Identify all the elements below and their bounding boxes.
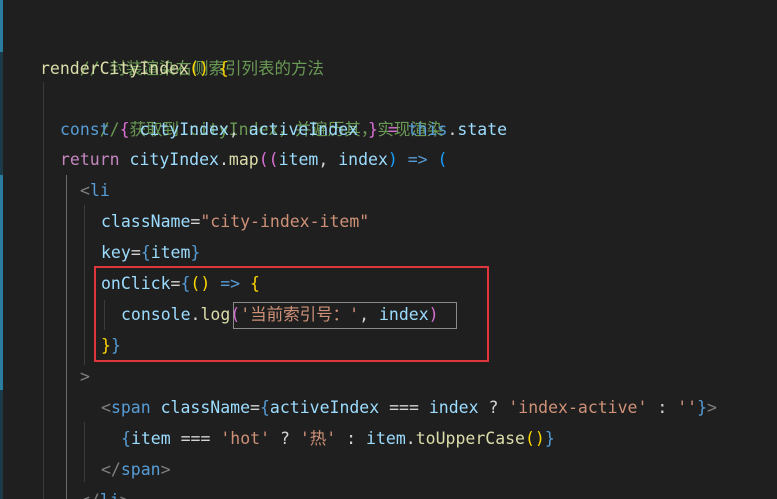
operator: === bbox=[170, 429, 221, 448]
parameter: index bbox=[338, 150, 388, 169]
variable: cityIndex bbox=[139, 120, 229, 139]
brace: { bbox=[140, 243, 151, 262]
jsx-attribute: key bbox=[101, 243, 131, 262]
tag-bracket: </ bbox=[80, 491, 100, 499]
tag-bracket: </ bbox=[101, 460, 121, 479]
string-literal: "city-index-item" bbox=[200, 212, 370, 231]
jsx-attribute: className bbox=[101, 212, 191, 231]
operator: === bbox=[379, 398, 429, 417]
keyword: const bbox=[60, 120, 110, 139]
keyword: return bbox=[60, 150, 120, 169]
code-line[interactable]: const { cityIndex, activeIndex } = this.… bbox=[0, 114, 507, 145]
brace: } bbox=[697, 398, 708, 417]
parens: (( bbox=[258, 150, 279, 169]
highlight-annotation-box bbox=[94, 266, 489, 362]
code-line[interactable]: renderCityIndex() { bbox=[0, 53, 229, 84]
operator: : bbox=[647, 398, 678, 417]
string-literal: 'hot' bbox=[220, 429, 271, 448]
brace: } bbox=[190, 243, 201, 262]
brace: { bbox=[208, 59, 229, 78]
brace: } = bbox=[358, 120, 408, 139]
punctuation: = bbox=[130, 243, 141, 262]
punctuation: , bbox=[228, 120, 249, 139]
variable: item bbox=[150, 243, 191, 262]
tag-name: li bbox=[100, 491, 120, 499]
parens: () bbox=[525, 429, 545, 448]
punctuation: . bbox=[447, 120, 458, 139]
parens: ) bbox=[387, 150, 408, 169]
tag-bracket: < bbox=[80, 181, 90, 200]
variable: index bbox=[428, 398, 479, 417]
jsx-attribute: className bbox=[160, 398, 251, 417]
tag-name: li bbox=[89, 181, 110, 200]
code-line[interactable]: <span className={activeIndex === index ?… bbox=[0, 392, 717, 423]
punctuation: . bbox=[218, 150, 229, 169]
code-line[interactable]: <li bbox=[0, 175, 110, 206]
code-line[interactable]: return cityIndex.map((item, index) => ( bbox=[0, 144, 448, 175]
tag-bracket: < bbox=[101, 398, 111, 417]
function-name: renderCityIndex bbox=[40, 59, 190, 78]
code-line[interactable]: </span> bbox=[0, 454, 171, 485]
code-line[interactable]: > bbox=[0, 361, 90, 392]
string-literal: '热' bbox=[299, 429, 337, 448]
code-line[interactable]: // 封装渲染右侧索引列表的方法 bbox=[0, 22, 324, 78]
code-editor[interactable]: // 封装渲染右侧索引列表的方法 renderCityIndex() { // … bbox=[0, 0, 777, 499]
brace: { bbox=[121, 429, 131, 448]
operator: ? bbox=[478, 398, 509, 417]
brace: } bbox=[544, 429, 555, 448]
string-literal: 'index-active' bbox=[508, 398, 648, 417]
code-line[interactable]: className="city-index-item" bbox=[0, 206, 369, 237]
code-line[interactable]: key={item} bbox=[0, 237, 200, 268]
arrow-operator: => bbox=[407, 150, 428, 169]
parameter: item bbox=[278, 150, 319, 169]
method-name: toUpperCase bbox=[415, 429, 525, 448]
variable: cityIndex bbox=[129, 150, 219, 169]
tag-bracket: > bbox=[160, 460, 171, 479]
brace: { bbox=[109, 120, 140, 139]
punctuation: = bbox=[190, 212, 201, 231]
punctuation: . bbox=[405, 429, 416, 448]
method-name: map bbox=[228, 150, 259, 169]
operator: ? bbox=[270, 429, 300, 448]
tag-name: span bbox=[120, 460, 161, 479]
parens: ( bbox=[427, 150, 448, 169]
string-literal: '' bbox=[677, 398, 698, 417]
tag-bracket: > bbox=[120, 491, 130, 499]
parens: () bbox=[189, 59, 209, 78]
keyword: this bbox=[407, 120, 448, 139]
brace: { bbox=[259, 398, 270, 417]
code-line[interactable]: </li> bbox=[0, 485, 130, 499]
property: state bbox=[457, 120, 508, 139]
tag-bracket: > bbox=[80, 367, 90, 386]
variable: item bbox=[130, 429, 171, 448]
tag-bracket: > bbox=[707, 398, 717, 417]
tag-name: span bbox=[110, 398, 151, 417]
code-line[interactable]: {item === 'hot' ? '热' : item.toUpperCase… bbox=[0, 423, 555, 454]
punctuation: , bbox=[318, 150, 339, 169]
variable: activeIndex bbox=[269, 398, 380, 417]
operator: : bbox=[336, 429, 367, 448]
variable: activeIndex bbox=[248, 120, 359, 139]
code-line[interactable]: // 获取到 cityIndex，并遍历其，实现渲染 bbox=[0, 83, 444, 139]
variable: item bbox=[366, 429, 406, 448]
punctuation: = bbox=[250, 398, 260, 417]
